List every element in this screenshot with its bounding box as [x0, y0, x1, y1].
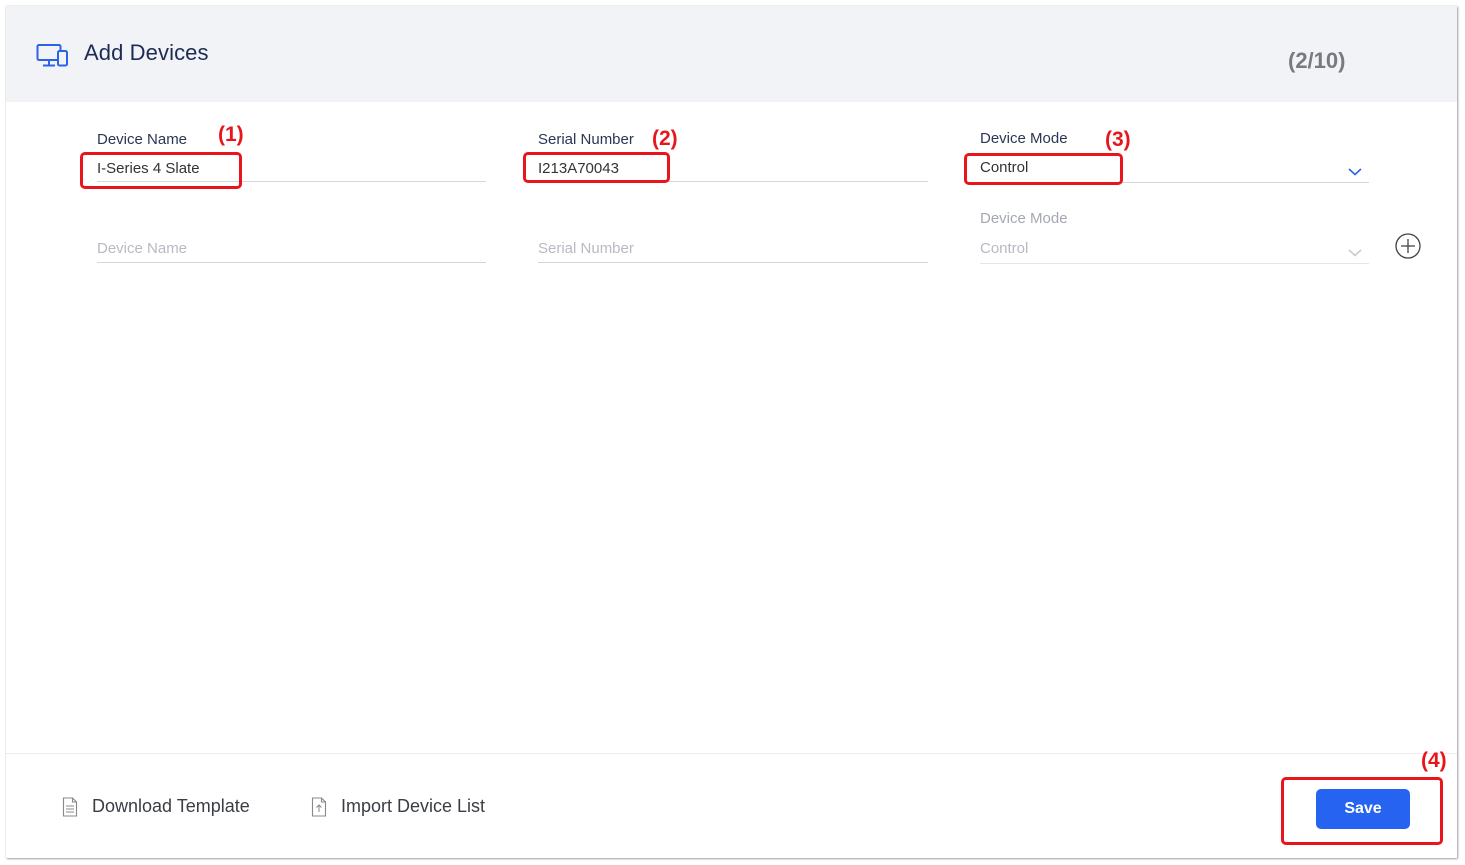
serial-number-underline-2: [538, 262, 928, 263]
annotation-label-2: (2): [652, 127, 678, 150]
upload-file-icon: [311, 796, 327, 817]
annotation-label-1: (1): [218, 123, 244, 146]
annotation-box-1: [80, 152, 242, 189]
devices-icon: [36, 44, 68, 67]
device-counter: (2/10): [1288, 48, 1346, 73]
chevron-down-icon[interactable]: [1347, 248, 1363, 258]
device-mode-underline-2: [980, 263, 1369, 264]
annotation-label-4: (4): [1421, 749, 1447, 772]
add-devices-dialog: Add Devices (2/10) Device Name I-Series …: [6, 6, 1457, 858]
document-icon: [62, 796, 78, 817]
annotation-box-4: [1281, 777, 1443, 845]
device-name-label: Device Name: [97, 131, 188, 148]
add-row-icon[interactable]: [1394, 232, 1422, 260]
import-device-list-label[interactable]: Import Device List: [341, 796, 485, 817]
dialog-header: Add Devices (2/10): [6, 6, 1457, 102]
device-mode-select-2[interactable]: Device Mode Control: [980, 210, 1369, 264]
device-name-input-2[interactable]: Device Name: [97, 240, 187, 257]
footer-divider: [6, 753, 1457, 754]
import-device-list-link[interactable]: Import Device List: [311, 796, 485, 817]
device-mode-value-2[interactable]: Control: [980, 240, 1028, 257]
annotation-box-2: [523, 152, 670, 183]
device-mode-label: Device Mode: [980, 130, 1068, 147]
annotation-box-3: [964, 153, 1123, 185]
download-template-label[interactable]: Download Template: [92, 796, 250, 817]
annotation-label-3: (3): [1105, 128, 1131, 151]
serial-number-label: Serial Number: [538, 131, 634, 148]
serial-number-input-2[interactable]: Serial Number: [538, 240, 634, 257]
device-mode-label-2: Device Mode: [980, 210, 1068, 227]
serial-number-field-2: Serial Number: [538, 212, 928, 264]
device-name-underline-2: [97, 262, 486, 263]
download-template-link[interactable]: Download Template: [62, 796, 250, 817]
chevron-down-icon[interactable]: [1347, 167, 1363, 177]
device-name-field-2: Device Name: [97, 212, 486, 264]
page-title: Add Devices: [84, 40, 209, 65]
